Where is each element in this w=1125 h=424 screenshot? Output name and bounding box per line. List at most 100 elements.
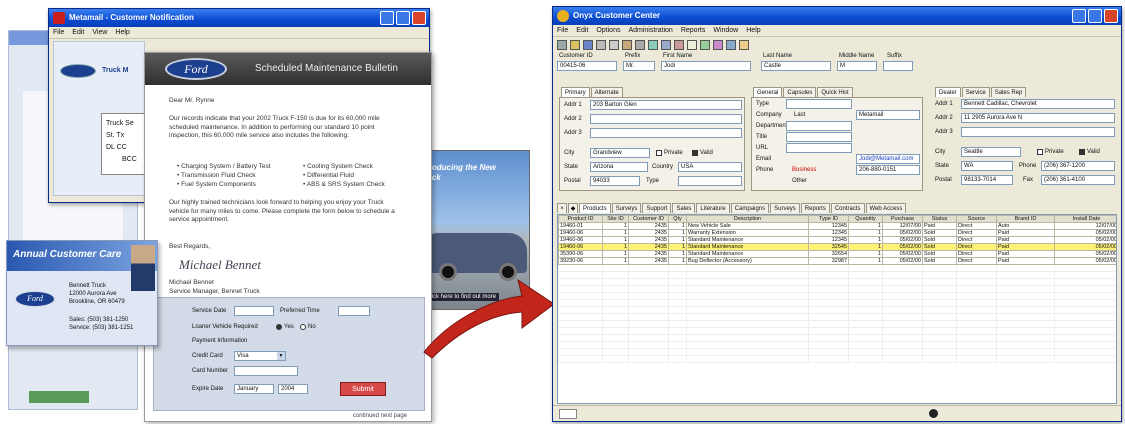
dealer-fax-field[interactable]: (206) 361-4100 [1041, 175, 1115, 185]
tab-contracts[interactable]: Contracts [830, 203, 865, 213]
close-button[interactable] [412, 11, 426, 25]
tab-products[interactable]: Products [579, 203, 611, 213]
tab-reports[interactable]: Reports [800, 203, 830, 213]
postal-field[interactable]: 94033 [590, 176, 640, 186]
expire-year-select[interactable]: 2004 [278, 384, 308, 394]
gen-title-field[interactable] [786, 132, 852, 142]
tab-nav-close[interactable]: × [557, 203, 567, 213]
preferred-time-input[interactable] [338, 306, 370, 316]
column-header[interactable]: Brand ID [996, 215, 1055, 223]
service-date-input[interactable] [234, 306, 274, 316]
continued-footer[interactable]: continued next page [353, 413, 407, 419]
dealer-postal-field[interactable]: 98133-7014 [961, 175, 1013, 185]
dealer-city-field[interactable]: Seattle [961, 147, 1021, 157]
menu-edit[interactable]: Edit [72, 27, 84, 38]
dealer-addr1-field[interactable]: Bennett Cadillac, Chevrolet [961, 99, 1115, 109]
first-name-field[interactable]: Jodi [661, 61, 751, 71]
tab-general[interactable]: General [753, 87, 783, 97]
column-header[interactable]: Customer ID [628, 215, 669, 223]
credit-card-select[interactable]: Visa ▼ [234, 351, 286, 361]
menu-help[interactable]: Help [115, 27, 129, 38]
close-button[interactable] [1104, 9, 1118, 23]
menu-window[interactable]: Window [713, 25, 738, 36]
gen-url-field[interactable] [786, 143, 852, 153]
loaner-yes-radio[interactable] [276, 324, 282, 330]
tab-sales[interactable]: Sales [672, 203, 696, 213]
table-row[interactable]: 19460-06 1 2435 1 Standard Maintenance 32545 1… [558, 243, 1116, 251]
tab-capsules[interactable]: Capsules [783, 87, 817, 97]
new-icon[interactable] [557, 40, 567, 50]
tab-primary[interactable]: Primary [561, 87, 590, 97]
search-icon[interactable] [648, 40, 658, 50]
chart-icon[interactable] [713, 40, 723, 50]
dealer-addr3-field[interactable] [961, 127, 1115, 137]
mail-icon[interactable] [687, 40, 697, 50]
dealer-phone-field[interactable]: (206) 367-1200 [1041, 161, 1115, 171]
tab-literature[interactable]: Literature [696, 203, 730, 213]
tab-service[interactable]: Service [961, 87, 990, 97]
last-name-field[interactable]: Castle [761, 61, 831, 71]
gen-company-field[interactable]: Metamail [856, 110, 920, 120]
refresh-icon[interactable] [726, 40, 736, 50]
column-header[interactable]: Source [956, 215, 997, 223]
maximize-button[interactable] [1088, 9, 1102, 23]
type-field[interactable] [678, 176, 742, 186]
paste-icon[interactable] [622, 40, 632, 50]
dealer-private-checkbox[interactable] [1037, 149, 1043, 155]
calendar-icon[interactable] [700, 40, 710, 50]
addr3-field[interactable] [590, 128, 742, 138]
column-header[interactable]: Qty [668, 215, 687, 223]
tab-surveys-2[interactable]: Surveys [770, 203, 800, 213]
column-header[interactable]: Status [922, 215, 957, 223]
dealer-valid-checkbox[interactable] [1079, 149, 1085, 155]
table-row[interactable]: 19460-06 1 2435 1 Standard Maintenance 12345 1… [558, 236, 1116, 244]
gen-type-field[interactable] [786, 99, 852, 109]
gen-department-field[interactable] [786, 121, 852, 131]
menu-file[interactable]: File [557, 25, 568, 36]
column-header[interactable]: Install Date [1054, 215, 1116, 223]
menu-reports[interactable]: Reports [681, 25, 706, 36]
tab-quick-hist[interactable]: Quick Hist [817, 87, 853, 97]
tab-dealer[interactable]: Dealer [935, 87, 961, 97]
state-field[interactable]: Arizona [590, 162, 648, 172]
minimize-button[interactable] [1072, 9, 1086, 23]
open-icon[interactable] [570, 40, 580, 50]
menu-options[interactable]: Options [596, 25, 620, 36]
menu-file[interactable]: File [53, 27, 64, 38]
table-row[interactable]: 39230-06 1 2435 1 Bug Deflector (Accessory) 3… [558, 257, 1116, 265]
suffix-field[interactable] [883, 61, 913, 71]
record-nav[interactable] [559, 409, 577, 419]
menu-view[interactable]: View [92, 27, 107, 38]
prefix-field[interactable]: Mr. [623, 61, 655, 71]
tab-support[interactable]: Support [642, 203, 672, 213]
column-header[interactable]: Quantity [848, 215, 883, 223]
table-row[interactable]: 19460-01 1 2435 1 New Vehicle Sale 12345 1 12/0… [558, 222, 1116, 230]
addr2-field[interactable] [590, 114, 742, 124]
card-number-input[interactable] [234, 366, 298, 376]
print-icon[interactable] [635, 40, 645, 50]
phone-icon[interactable] [674, 40, 684, 50]
cut-icon[interactable] [596, 40, 606, 50]
menu-edit[interactable]: Edit [576, 25, 588, 36]
tab-surveys[interactable]: Surveys [611, 203, 642, 213]
column-header[interactable]: Type ID [808, 215, 849, 223]
tab-sales-rep[interactable]: Sales Rep [990, 87, 1027, 97]
expire-month-select[interactable]: January [234, 384, 274, 394]
copy-icon[interactable] [609, 40, 619, 50]
loaner-no-radio[interactable] [300, 324, 306, 330]
addr1-field[interactable]: 203 Barton Glen [590, 100, 742, 110]
save-icon[interactable] [583, 40, 593, 50]
tab-campaigns[interactable]: Campaigns [730, 203, 770, 213]
gen-phone-field[interactable]: 206-880-0151 [856, 165, 920, 175]
tab-web-access[interactable]: Web Access [865, 203, 907, 213]
tab-alternate[interactable]: Alternate [590, 87, 623, 97]
country-field[interactable]: USA [678, 162, 742, 172]
dealer-addr2-field[interactable]: 11 2905 Aurora Ave N [961, 113, 1115, 123]
table-row[interactable]: 19460-06 1 2435 1 Warranty Extension 12345 1 05… [558, 229, 1116, 237]
column-header[interactable]: Product ID [558, 215, 603, 223]
column-header[interactable]: Description [686, 215, 809, 223]
filter-icon[interactable] [661, 40, 671, 50]
city-field[interactable]: Grandview [590, 148, 650, 158]
tab-nav-pin[interactable]: ◆ [568, 203, 578, 213]
column-header[interactable]: Site ID [602, 215, 629, 223]
